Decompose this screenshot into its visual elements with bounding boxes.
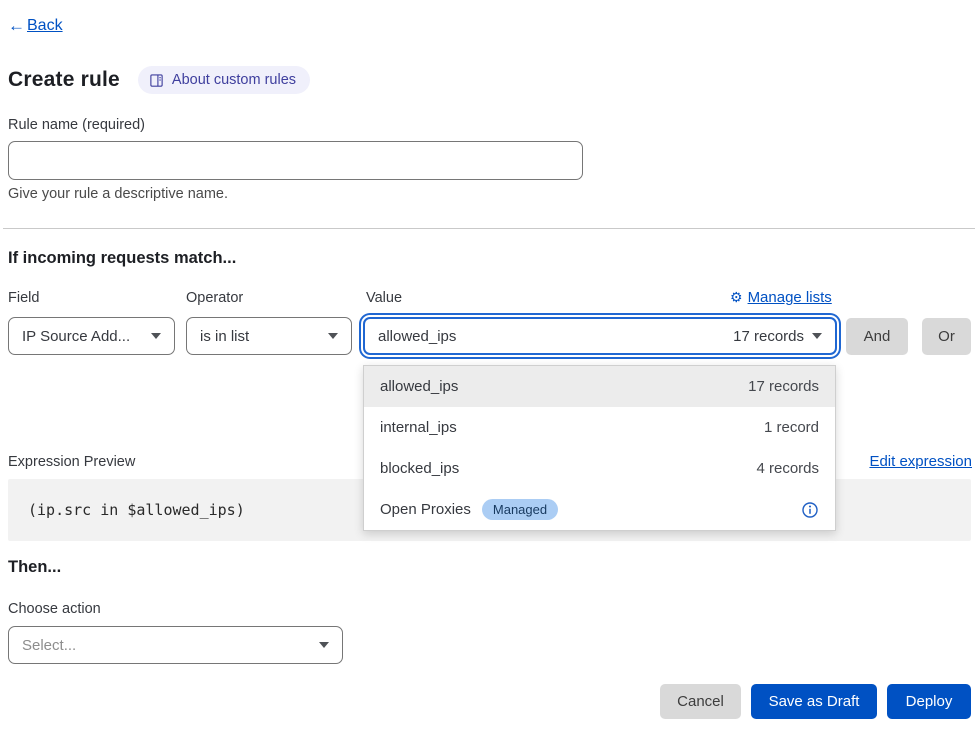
match-section-heading: If incoming requests match... xyxy=(8,249,236,268)
manage-lists-link[interactable]: ⚙ Manage lists xyxy=(730,289,838,306)
save-as-draft-button[interactable]: Save as Draft xyxy=(751,684,877,719)
rule-name-label: Rule name (required) xyxy=(8,117,145,133)
value-select[interactable]: allowed_ips 17 records xyxy=(363,317,837,355)
back-link[interactable]: ←Back xyxy=(8,16,63,36)
manage-lists-label: Manage lists xyxy=(748,289,832,306)
operator-label: Operator xyxy=(186,290,243,306)
list-option-record-count: 1 record xyxy=(764,419,819,436)
page-title: Create rule xyxy=(8,68,120,92)
list-option-name: blocked_ips xyxy=(380,460,459,477)
expression-preview-label: Expression Preview xyxy=(8,454,135,470)
chevron-down-icon xyxy=(319,642,329,648)
action-select-placeholder: Select... xyxy=(22,637,76,654)
chevron-down-icon xyxy=(328,333,338,339)
choose-action-label: Choose action xyxy=(8,601,101,617)
title-row: Create rule About custom rules xyxy=(8,66,310,94)
create-rule-page: ←Back Create rule About custom rules Rul… xyxy=(0,0,979,739)
edit-expression-link[interactable]: Edit expression xyxy=(869,453,972,470)
list-option-name: Open Proxies xyxy=(380,501,471,518)
deploy-button[interactable]: Deploy xyxy=(887,684,971,719)
field-select[interactable]: IP Source Add... xyxy=(8,317,175,355)
operator-select-value: is in list xyxy=(200,328,249,345)
chevron-down-icon xyxy=(812,333,822,339)
back-arrow-icon: ← xyxy=(8,16,25,36)
field-label: Field xyxy=(8,290,39,306)
value-select-value: allowed_ips xyxy=(378,328,456,345)
list-option-name: allowed_ips xyxy=(380,378,458,395)
then-section-heading: Then... xyxy=(8,558,61,577)
and-button[interactable]: And xyxy=(846,318,908,355)
list-option-open-proxies[interactable]: Open Proxies Managed xyxy=(364,489,835,530)
value-select-record-count: 17 records xyxy=(733,328,804,345)
gear-icon: ⚙ xyxy=(730,289,743,306)
list-option-blocked-ips[interactable]: blocked_ips 4 records xyxy=(364,448,835,489)
section-divider xyxy=(3,228,975,229)
managed-badge: Managed xyxy=(482,499,558,520)
info-icon[interactable] xyxy=(801,501,819,519)
about-badge-label: About custom rules xyxy=(172,72,296,88)
cancel-button[interactable]: Cancel xyxy=(660,684,741,719)
field-select-value: IP Source Add... xyxy=(22,328,130,345)
back-link-label: Back xyxy=(27,17,63,35)
or-button[interactable]: Or xyxy=(922,318,971,355)
list-option-internal-ips[interactable]: internal_ips 1 record xyxy=(364,407,835,448)
chevron-down-icon xyxy=(151,333,161,339)
rule-name-helper-text: Give your rule a descriptive name. xyxy=(8,186,228,202)
about-custom-rules-link[interactable]: About custom rules xyxy=(138,66,310,94)
operator-select[interactable]: is in list xyxy=(186,317,352,355)
expression-code: (ip.src in $allowed_ips) xyxy=(28,501,245,519)
value-label: Value xyxy=(366,290,402,306)
rule-name-input[interactable] xyxy=(8,141,583,180)
list-option-name: internal_ips xyxy=(380,419,457,436)
lists-dropdown: allowed_ips 17 records internal_ips 1 re… xyxy=(363,365,836,531)
list-option-allowed-ips[interactable]: allowed_ips 17 records xyxy=(364,366,835,407)
list-option-record-count: 4 records xyxy=(756,460,819,477)
list-option-record-count: 17 records xyxy=(748,378,819,395)
action-select[interactable]: Select... xyxy=(8,626,343,664)
book-icon xyxy=(149,73,164,88)
